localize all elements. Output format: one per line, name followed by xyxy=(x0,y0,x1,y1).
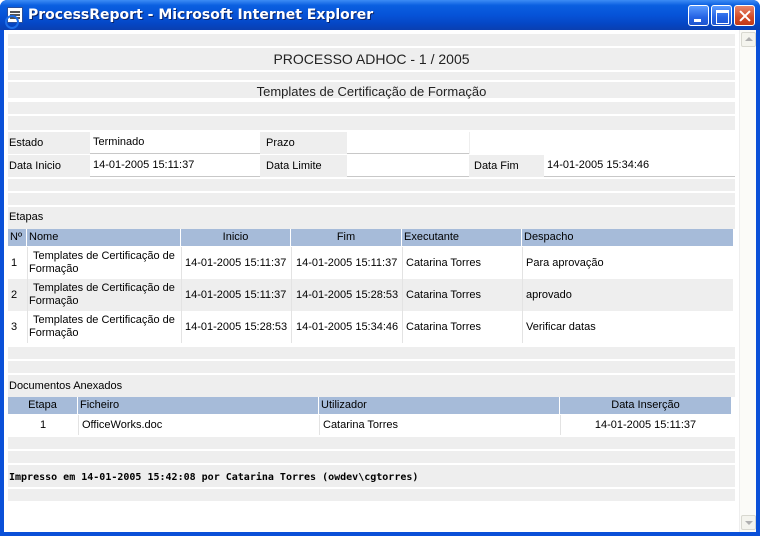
close-button[interactable] xyxy=(734,5,755,26)
data-fim-label: Data Fim xyxy=(474,160,519,172)
column-divider xyxy=(522,247,523,343)
column-divider xyxy=(560,415,561,435)
spacer-band xyxy=(8,361,735,373)
spacer-band xyxy=(8,102,735,114)
etapa-executante: Catarina Torres xyxy=(406,289,481,301)
etapa-nome-line1: Templates de Certificação de xyxy=(33,250,175,262)
data-fim-value: 14-01-2005 15:34:46 xyxy=(547,159,650,171)
spacer-band xyxy=(8,451,735,463)
etapas-col-n: Nº xyxy=(8,229,27,246)
browser-window: ProcessReport - Microsoft Internet Explo… xyxy=(0,0,760,536)
data-limite-value xyxy=(347,155,469,177)
spacer-band xyxy=(8,72,735,80)
etapa-n: 1 xyxy=(11,257,18,269)
etapas-col-nome: Nome xyxy=(27,229,181,246)
window-title: ProcessReport - Microsoft Internet Explo… xyxy=(28,7,374,23)
etapa-nome-line2: Formação xyxy=(29,263,79,275)
docs-col-etapa: Etapa xyxy=(8,397,78,414)
data-inicio-label: Data Inicio xyxy=(9,160,61,172)
docs-col-data: Data Inserção xyxy=(560,397,731,414)
column-divider xyxy=(402,247,403,343)
etapa-n: 2 xyxy=(11,289,18,301)
report-page: PROCESSO ADHOC - 1 / 2005 Templates de C… xyxy=(4,30,739,532)
etapa-n: 3 xyxy=(11,321,18,333)
etapa-executante: Catarina Torres xyxy=(406,321,481,333)
spacer-band xyxy=(8,347,735,359)
etapa-nome-line2: Formação xyxy=(29,295,79,307)
doc-etapa: 1 xyxy=(39,419,47,431)
browser-client-area: PROCESSO ADHOC - 1 / 2005 Templates de C… xyxy=(4,30,756,532)
etapa-nome-line2: Formação xyxy=(29,327,79,339)
print-footer: Impresso em 14-01-2005 15:42:08 por Cata… xyxy=(9,472,419,483)
etapas-col-fim: Fim xyxy=(291,229,402,246)
estado-value: Terminado xyxy=(93,136,145,148)
vertical-scrollbar[interactable] xyxy=(739,30,756,532)
etapa-despacho: aprovado xyxy=(526,289,572,301)
report-subtitle: Templates de Certificação de Formação xyxy=(256,84,487,99)
estado-label: Estado xyxy=(9,137,44,149)
column-divider xyxy=(319,415,320,435)
doc-data: 14-01-2005 15:11:37 xyxy=(594,419,697,431)
etapas-title-band xyxy=(8,207,735,229)
etapa-fim: 14-01-2005 15:28:53 xyxy=(296,289,399,301)
etapa-fim: 14-01-2005 15:34:46 xyxy=(296,321,399,333)
spacer-band xyxy=(8,193,735,205)
etapa-inicio: 14-01-2005 15:11:37 xyxy=(185,289,287,301)
column-divider xyxy=(181,247,182,343)
docs-col-ficheiro: Ficheiro xyxy=(78,397,319,414)
ie-page-icon xyxy=(5,7,23,29)
column-divider xyxy=(291,247,292,343)
column-divider xyxy=(78,415,79,435)
etapa-nome-line1: Templates de Certificação de xyxy=(33,282,175,294)
spacer-band xyxy=(8,116,735,130)
prazo-value xyxy=(347,132,469,154)
info-blank xyxy=(470,132,735,154)
minimize-button[interactable] xyxy=(688,5,709,26)
doc-utilizador: Catarina Torres xyxy=(323,419,398,431)
etapa-inicio: 14-01-2005 15:11:37 xyxy=(185,257,287,269)
spacer-band xyxy=(8,437,735,449)
etapa-fim: 14-01-2005 15:11:37 xyxy=(296,257,398,269)
etapa-nome-line1: Templates de Certificação de xyxy=(33,314,175,326)
etapas-col-despacho: Despacho xyxy=(522,229,733,246)
etapas-col-inicio: Inicio xyxy=(181,229,291,246)
doc-ficheiro-link[interactable]: OfficeWorks.doc xyxy=(82,415,162,435)
etapa-inicio: 14-01-2005 15:28:53 xyxy=(185,321,288,333)
etapa-executante: Catarina Torres xyxy=(406,257,481,269)
scroll-down-button[interactable] xyxy=(741,515,756,530)
title-bar[interactable]: ProcessReport - Microsoft Internet Explo… xyxy=(0,0,760,30)
maximize-button[interactable] xyxy=(711,5,732,26)
etapas-col-executante: Executante xyxy=(402,229,522,246)
etapa-despacho: Para aprovação xyxy=(526,257,604,269)
column-divider xyxy=(27,247,28,343)
report-title: PROCESSO ADHOC - 1 / 2005 xyxy=(8,48,735,70)
docs-col-utilizador: Utilizador xyxy=(319,397,560,414)
data-limite-label: Data Limite xyxy=(266,160,322,172)
data-inicio-value: 14-01-2005 15:11:37 xyxy=(93,159,195,171)
etapas-title: Etapas xyxy=(9,211,44,223)
documentos-title: Documentos Anexados xyxy=(9,380,123,392)
prazo-label: Prazo xyxy=(266,137,295,149)
scroll-up-button[interactable] xyxy=(741,32,756,47)
spacer-band xyxy=(8,179,735,191)
spacer-band xyxy=(8,489,735,501)
spacer-band xyxy=(8,34,735,46)
etapa-despacho: Verificar datas xyxy=(526,321,596,333)
